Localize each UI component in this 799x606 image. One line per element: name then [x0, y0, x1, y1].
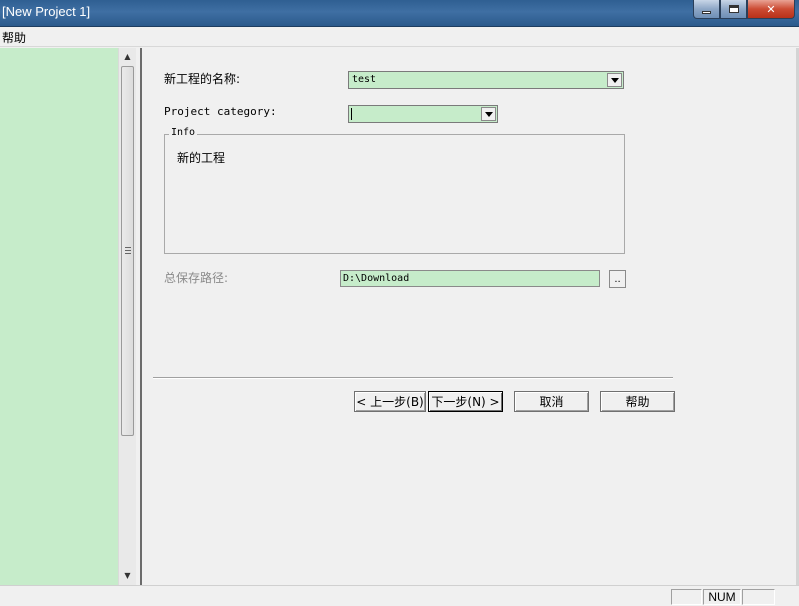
menu-item-help[interactable]: 帮助 — [2, 29, 26, 46]
maximize-button[interactable] — [720, 0, 747, 19]
status-pane-3 — [742, 589, 775, 605]
status-pane-num: NUM — [703, 589, 741, 605]
browse-button[interactable]: .. — [609, 270, 626, 288]
scrollbar-thumb[interactable] — [121, 66, 134, 436]
next-button[interactable]: 下一步(N) > — [428, 391, 503, 412]
chevron-down-icon — [610, 77, 619, 83]
window-controls: ✕ — [693, 0, 795, 19]
project-category-dropdown-button[interactable] — [481, 107, 496, 121]
save-path-input[interactable]: D:\Download — [340, 270, 600, 287]
title-bar[interactable]: [New Project 1] ✕ — [0, 0, 799, 27]
status-pane-1 — [671, 589, 702, 605]
project-category-label: Project category: — [164, 105, 277, 118]
scroll-up-arrow-icon[interactable]: ▲ — [119, 48, 136, 65]
left-panel-scrollbar[interactable]: ▲ ▼ — [118, 48, 136, 585]
maximize-icon — [728, 5, 739, 13]
menu-bar: 帮助 — [0, 27, 799, 47]
chevron-down-icon — [484, 111, 493, 117]
project-name-label: 新工程的名称: — [164, 72, 241, 86]
left-navigation-panel[interactable] — [0, 48, 118, 585]
status-bar: NUM — [0, 585, 799, 606]
minimize-button[interactable] — [693, 0, 720, 19]
save-path-value: D:\Download — [343, 273, 410, 284]
info-group-title: Info — [169, 127, 198, 138]
minimize-icon — [702, 10, 711, 14]
back-button[interactable]: < 上一步(B) — [354, 391, 426, 412]
text-caret — [351, 108, 352, 120]
info-description: 新的工程 — [177, 151, 226, 165]
project-name-dropdown-button[interactable] — [607, 73, 622, 87]
close-icon: ✕ — [766, 2, 776, 16]
info-groupbox — [164, 134, 625, 254]
scroll-down-arrow-icon[interactable]: ▼ — [119, 567, 136, 584]
save-path-label: 总保存路径: — [164, 271, 229, 285]
cancel-button[interactable]: 取消 — [514, 391, 589, 412]
grip-icon — [125, 247, 131, 256]
project-category-combobox[interactable] — [348, 105, 498, 123]
project-name-combobox[interactable]: test — [348, 71, 624, 89]
project-name-value: test — [352, 74, 377, 85]
main-panel — [142, 48, 799, 585]
window-title: [New Project 1] — [2, 4, 91, 19]
help-button[interactable]: 帮助 — [600, 391, 675, 412]
separator-line — [153, 377, 673, 379]
close-button[interactable]: ✕ — [747, 0, 795, 19]
